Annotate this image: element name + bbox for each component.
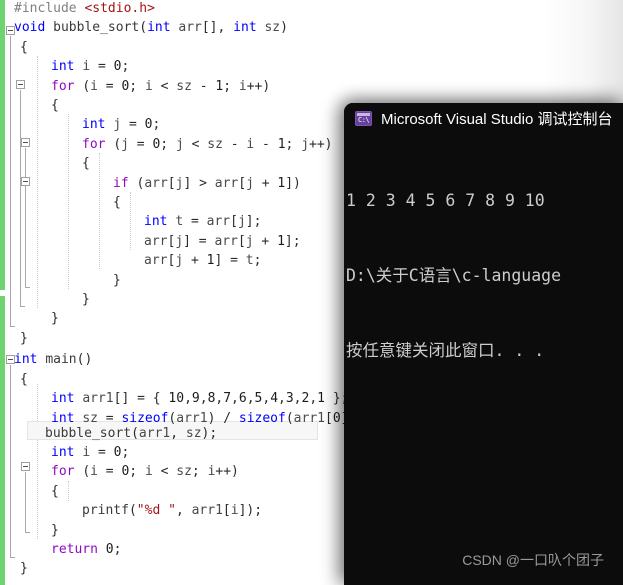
console-title-text: Microsoft Visual Studio 调试控制台 [381,111,613,128]
code-line[interactable]: } [51,521,59,540]
code-line[interactable]: { [51,96,59,115]
code-line[interactable]: for (i = 0; i < sz - 1; i++) [51,77,270,96]
code-line[interactable]: if (arr[j] > arr[j + 1]) [113,174,301,193]
code-line[interactable]: int i = 0; [51,443,129,462]
code-line[interactable]: { [51,482,59,501]
code-line[interactable]: { [20,38,28,57]
csdn-watermark: CSDN @一口叺个团子 [462,552,604,568]
code-line[interactable]: } [20,559,28,578]
code-line[interactable]: { [82,154,90,173]
console-output[interactable]: 1 2 3 4 5 6 7 8 9 10 D:\关于C语言\c-language… [344,134,623,413]
console-title-bar[interactable]: Microsoft Visual Studio 调试控制台 [344,103,623,134]
code-line[interactable]: int t = arr[j]; [144,212,261,231]
console-app-icon [355,111,372,126]
code-line-current[interactable]: bubble_sort(arr1, sz); [45,424,217,443]
code-line[interactable]: for (i = 0; i < sz; i++) [51,462,239,481]
code-line[interactable]: int arr1[] = { 10,9,8,7,6,5,4,3,2,1 }; [51,389,348,408]
code-line[interactable]: int i = 0; [51,57,129,76]
code-line[interactable]: } [20,329,28,348]
code-line[interactable]: { [113,193,121,212]
screenshot-root: #include <stdio.h> void bubble_sort(int … [0,0,623,585]
code-line[interactable]: int j = 0; [82,115,160,134]
code-line[interactable]: #include <stdio.h> [14,0,155,18]
code-line[interactable]: printf("%d ", arr1[i]); [82,501,262,520]
code-line[interactable]: void bubble_sort(int arr[], int sz) [14,18,288,37]
code-line[interactable]: arr[j + 1] = t; [144,251,261,270]
debug-console-window[interactable]: Microsoft Visual Studio 调试控制台 1 2 3 4 5 … [344,103,623,585]
code-line[interactable]: } [113,271,121,290]
code-line[interactable]: for (j = 0; j < sz - i - 1; j++) [82,135,333,154]
console-output-line: 按任意键关闭此窗口. . . [346,341,545,360]
code-line[interactable]: arr[j] = arr[j + 1]; [144,232,301,251]
code-line[interactable]: } [51,309,59,328]
console-output-line: D:\关于C语言\c-language [346,266,562,285]
code-line[interactable]: return 0; [51,540,121,559]
code-line[interactable]: int main() [14,350,92,369]
code-line[interactable]: } [82,290,90,309]
code-line[interactable]: { [20,370,28,389]
console-output-line: 1 2 3 4 5 6 7 8 9 10 [346,191,545,210]
